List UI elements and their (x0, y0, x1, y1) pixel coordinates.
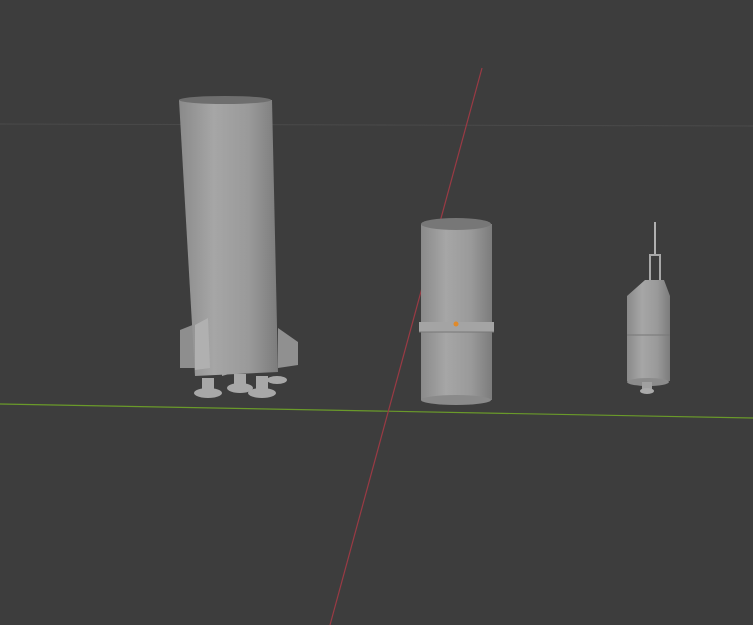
viewport-canvas[interactable] (0, 0, 753, 625)
3d-viewport[interactable] (0, 0, 753, 625)
third-stage-model[interactable] (627, 222, 670, 394)
first-stage-model[interactable] (179, 96, 298, 398)
origin-point (453, 321, 459, 327)
x-axis-line (0, 403, 753, 419)
second-stage-model[interactable] (419, 218, 494, 405)
grid-horizon-line (0, 123, 753, 127)
